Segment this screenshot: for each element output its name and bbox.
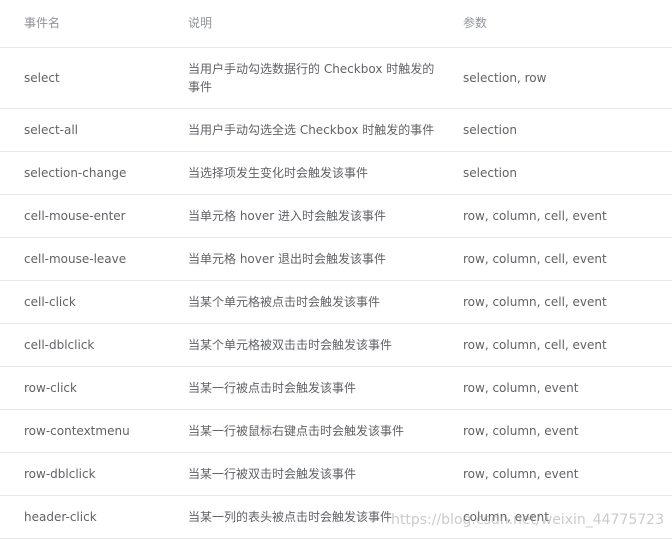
event-description-cell: 当某一行被双击时会触发该事件 [164, 452, 439, 496]
event-params-cell: row, column, cell, event [439, 194, 672, 238]
event-name-cell: selection-change [0, 151, 164, 195]
event-description-cell: 当单元格 hover 退出时会触发该事件 [164, 237, 439, 281]
event-name-cell: cell-mouse-leave [0, 237, 164, 281]
event-description-cell: 当用户手动勾选数据行的 Checkbox 时触发的事件 [164, 47, 439, 109]
event-description-cell: 当某个单元格被点击时会触发该事件 [164, 280, 439, 324]
table-row: select 当用户手动勾选数据行的 Checkbox 时触发的事件 selec… [0, 47, 672, 109]
event-name-cell: row-dblclick [0, 452, 164, 496]
table-row: cell-mouse-enter 当单元格 hover 进入时会触发该事件 ro… [0, 194, 672, 238]
event-params-cell: row, column, event [439, 409, 672, 453]
event-params-cell: row, column, cell, event [439, 237, 672, 281]
event-params-cell: row, column, cell, event [439, 323, 672, 367]
table-header-row: 事件名 说明 参数 [0, 0, 672, 48]
table-row: cell-click 当某个单元格被点击时会触发该事件 row, column,… [0, 280, 672, 324]
event-name-cell: cell-dblclick [0, 323, 164, 367]
header-description: 说明 [164, 0, 439, 48]
header-event-name: 事件名 [0, 0, 164, 48]
event-name-cell: header-click [0, 495, 164, 539]
event-params-cell: selection [439, 151, 672, 195]
table-row: row-contextmenu 当某一行被鼠标右键点击时会触发该事件 row, … [0, 409, 672, 453]
event-description-cell: 当某一列的表头被点击时会触发该事件 [164, 495, 439, 539]
event-description-cell: 当单元格 hover 进入时会触发该事件 [164, 194, 439, 238]
event-params-cell: selection [439, 108, 672, 152]
table-row: cell-mouse-leave 当单元格 hover 退出时会触发该事件 ro… [0, 237, 672, 281]
event-name-cell: cell-mouse-enter [0, 194, 164, 238]
event-params-cell: selection, row [439, 47, 672, 109]
event-description-cell: 当某一行被鼠标右键点击时会触发该事件 [164, 409, 439, 453]
event-name-cell: row-contextmenu [0, 409, 164, 453]
table-row: select-all 当用户手动勾选全选 Checkbox 时触发的事件 sel… [0, 108, 672, 152]
event-description-cell: 当用户手动勾选全选 Checkbox 时触发的事件 [164, 108, 439, 152]
table-row: header-click 当某一列的表头被点击时会触发该事件 column, e… [0, 495, 672, 539]
event-description-cell: 当某个单元格被双击击时会触发该事件 [164, 323, 439, 367]
event-params-cell: row, column, cell, event [439, 280, 672, 324]
header-params: 参数 [439, 0, 672, 48]
event-params-cell: column, event [439, 495, 672, 539]
table-row: row-dblclick 当某一行被双击时会触发该事件 row, column,… [0, 452, 672, 496]
event-description-cell: 当选择项发生变化时会触发该事件 [164, 151, 439, 195]
table-row: row-click 当某一行被点击时会触发该事件 row, column, ev… [0, 366, 672, 410]
table-row: cell-dblclick 当某个单元格被双击击时会触发该事件 row, col… [0, 323, 672, 367]
event-params-cell: row, column, event [439, 452, 672, 496]
event-name-cell: row-click [0, 366, 164, 410]
event-name-cell: cell-click [0, 280, 164, 324]
table-row: selection-change 当选择项发生变化时会触发该事件 selecti… [0, 151, 672, 195]
event-params-cell: row, column, event [439, 366, 672, 410]
event-name-cell: select-all [0, 108, 164, 152]
events-table: 事件名 说明 参数 select 当用户手动勾选数据行的 Checkbox 时触… [0, 0, 672, 539]
event-name-cell: select [0, 47, 164, 109]
event-description-cell: 当某一行被点击时会触发该事件 [164, 366, 439, 410]
